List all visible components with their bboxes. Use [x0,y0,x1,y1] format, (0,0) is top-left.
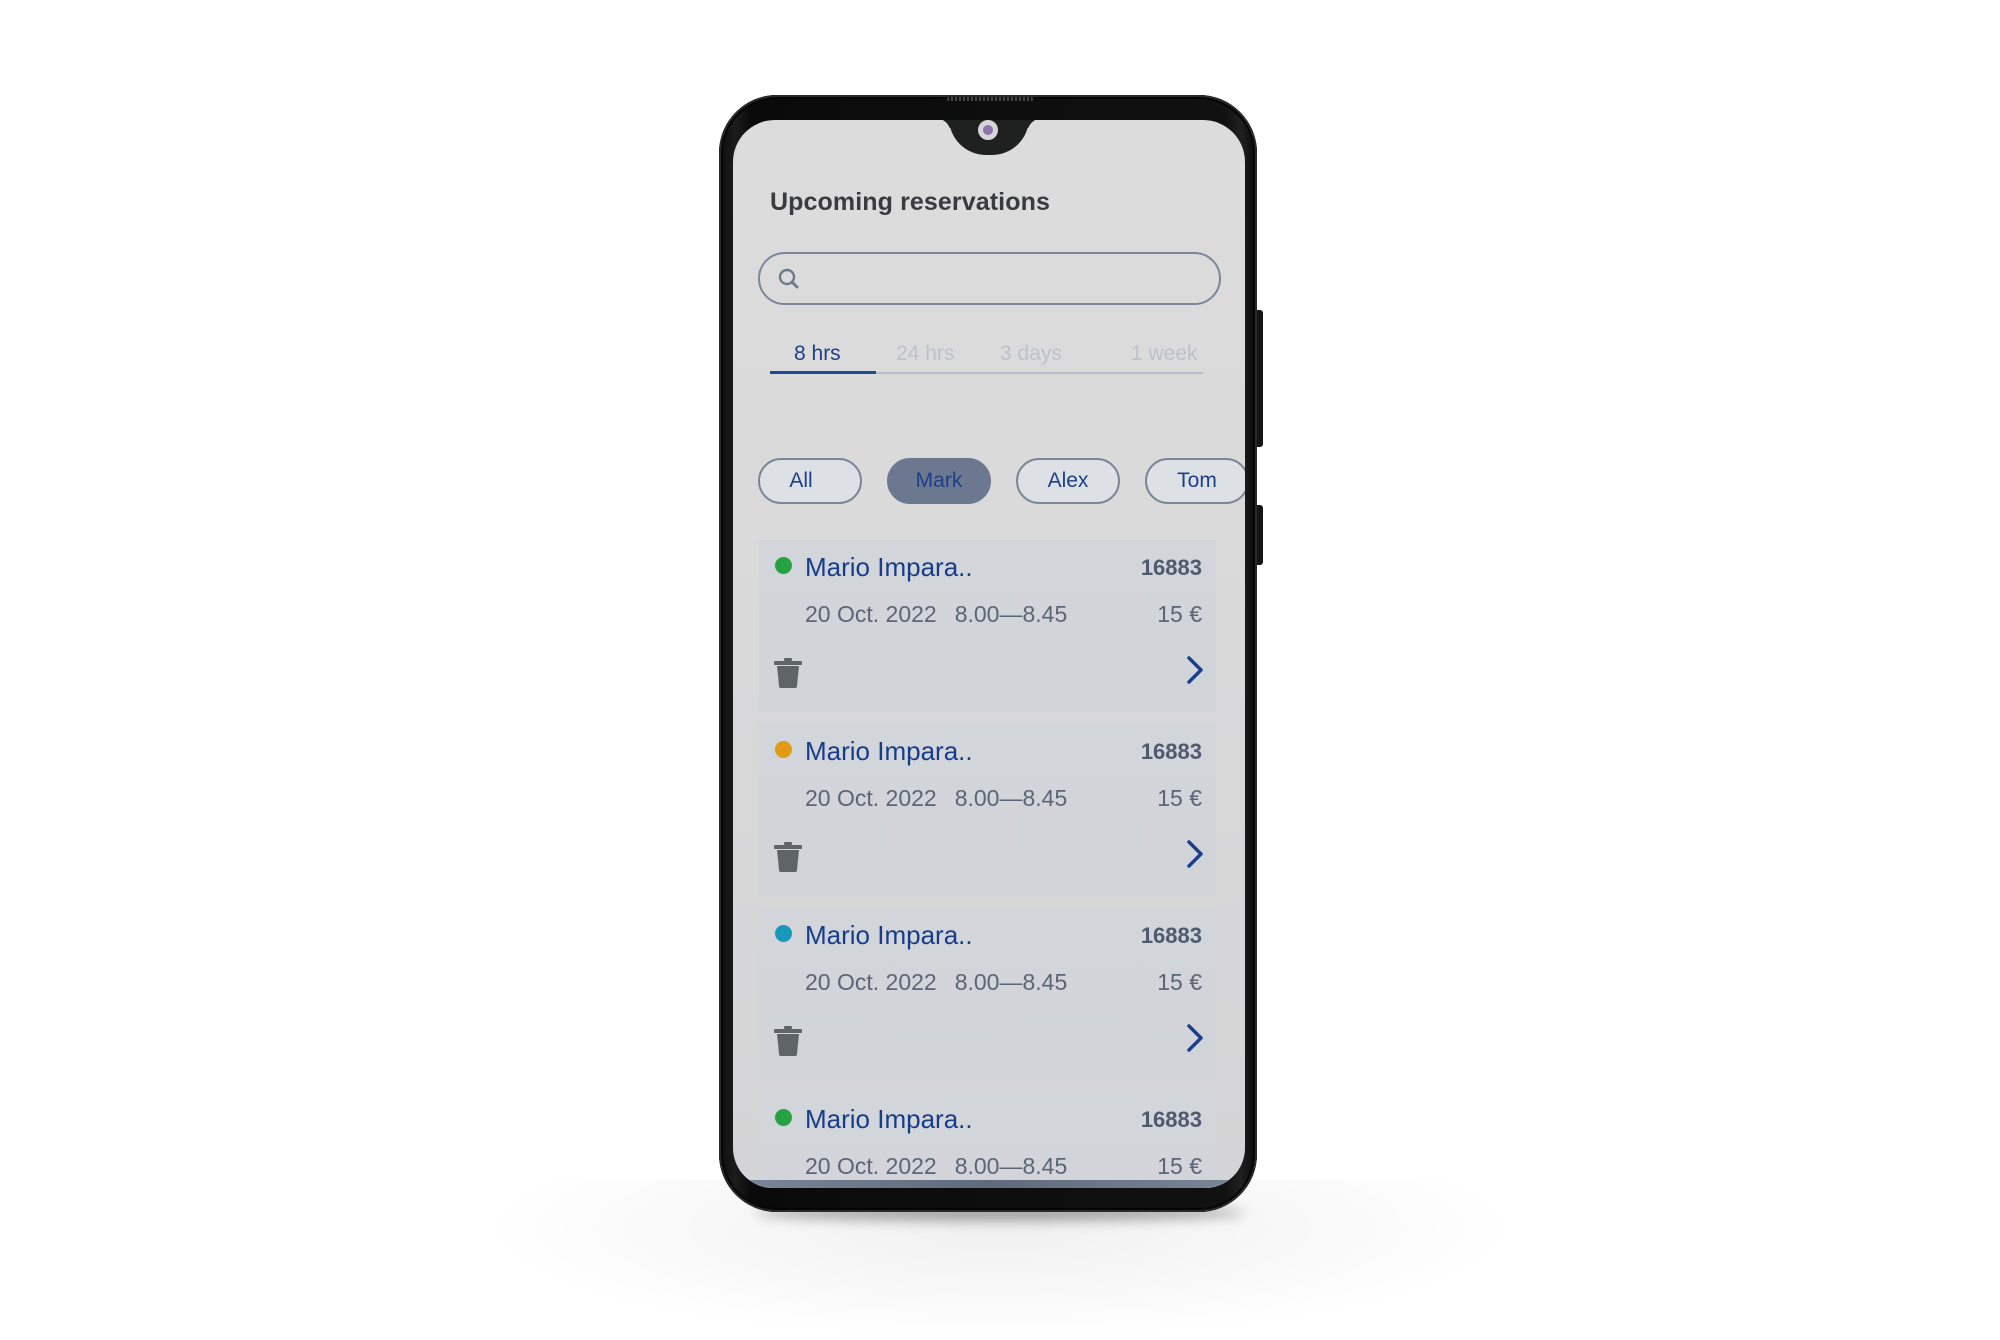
reservation-datetime: 20 Oct. 2022 8.00—8.45 [805,1153,1067,1180]
chevron-right-icon[interactable] [1186,1023,1204,1053]
reservation-price: 15 € [1157,1153,1202,1179]
filter-chip-mark[interactable]: Mark [887,458,991,504]
chevron-right-icon[interactable] [1186,839,1204,869]
reservation-code: 16883 [1140,739,1202,764]
trash-icon[interactable] [774,1026,802,1056]
phone-screen: Upcoming reservations 8 hrs 24 hrs 3 day… [733,120,1245,1188]
chevron-right-icon[interactable] [1186,655,1204,685]
tab-1-week[interactable]: 1 week [1131,342,1198,366]
reservation-card[interactable]: Mario Impara.. 16883 20 Oct. 2022 8.00—8.… [759,540,1216,712]
filter-chip-label: Mark [915,469,963,492]
customer-name: Mario Impara.. [805,736,973,766]
reservation-price: 15 € [1157,601,1202,627]
reservation-price: 15 € [1157,969,1202,995]
reservation-time: 8.00—8.45 [954,601,1068,627]
reservation-date: 20 Oct. 2022 [805,969,937,995]
screen-bottom-edge [733,1180,1245,1188]
reservation-time: 8.00—8.45 [954,785,1068,811]
status-dot-icon [775,925,792,942]
reservation-date: 20 Oct. 2022 [805,601,937,627]
search-icon [778,268,799,289]
earpiece-speaker [947,97,1033,101]
reservation-card[interactable]: Mario Impara.. 16883 20 Oct. 2022 8.00—8.… [759,724,1216,896]
reservation-card[interactable]: Mario Impara.. 16883 20 Oct. 2022 8.00—8.… [759,908,1216,1080]
reservation-datetime: 20 Oct. 2022 8.00—8.45 [805,969,1067,996]
active-tab-indicator [770,371,876,374]
status-dot-icon [775,741,792,758]
status-dot-icon [775,557,792,574]
tab-3-days[interactable]: 3 days [1000,342,1062,366]
reservation-datetime: 20 Oct. 2022 8.00—8.45 [805,601,1067,628]
tab-8-hrs[interactable]: 8 hrs [794,342,841,366]
filter-chip-all[interactable]: All [758,458,862,504]
customer-name: Mario Impara.. [805,552,973,582]
filter-chip-label: Tom [1177,469,1217,492]
power-button [1257,505,1263,565]
filter-chip-alex[interactable]: Alex [1016,458,1120,504]
tab-24-hrs[interactable]: 24 hrs [896,342,954,366]
filter-chip-label: Alex [1047,469,1089,492]
customer-name: Mario Impara.. [805,1104,973,1134]
search-bar[interactable] [758,252,1221,305]
reservation-card[interactable]: Mario Impara.. 16883 20 Oct. 2022 8.00—8.… [759,1092,1216,1188]
reservation-code: 16883 [1140,923,1202,948]
notch [949,120,1029,155]
volume-button [1257,310,1263,447]
customer-name: Mario Impara.. [805,920,973,950]
reservation-code: 16883 [1140,1107,1202,1132]
status-dot-icon [775,1109,792,1126]
reservation-time: 8.00—8.45 [954,1153,1068,1179]
front-camera-icon [978,120,998,140]
reservation-date: 20 Oct. 2022 [805,1153,937,1179]
reservation-date: 20 Oct. 2022 [805,785,937,811]
trash-icon[interactable] [774,842,802,872]
search-input[interactable] [810,254,1214,304]
trash-icon[interactable] [774,658,802,688]
time-range-tabs: 8 hrs 24 hrs 3 days 1 week [770,342,1203,374]
phone-mockup: Upcoming reservations 8 hrs 24 hrs 3 day… [719,95,1263,1212]
reservation-code: 16883 [1140,555,1202,580]
reservation-price: 15 € [1157,785,1202,811]
page-title: Upcoming reservations [770,188,1050,216]
filter-chip-tom[interactable]: Tom [1145,458,1245,504]
reservation-datetime: 20 Oct. 2022 8.00—8.45 [805,785,1067,812]
filter-chip-label: All [789,469,813,492]
reservation-time: 8.00—8.45 [954,969,1068,995]
